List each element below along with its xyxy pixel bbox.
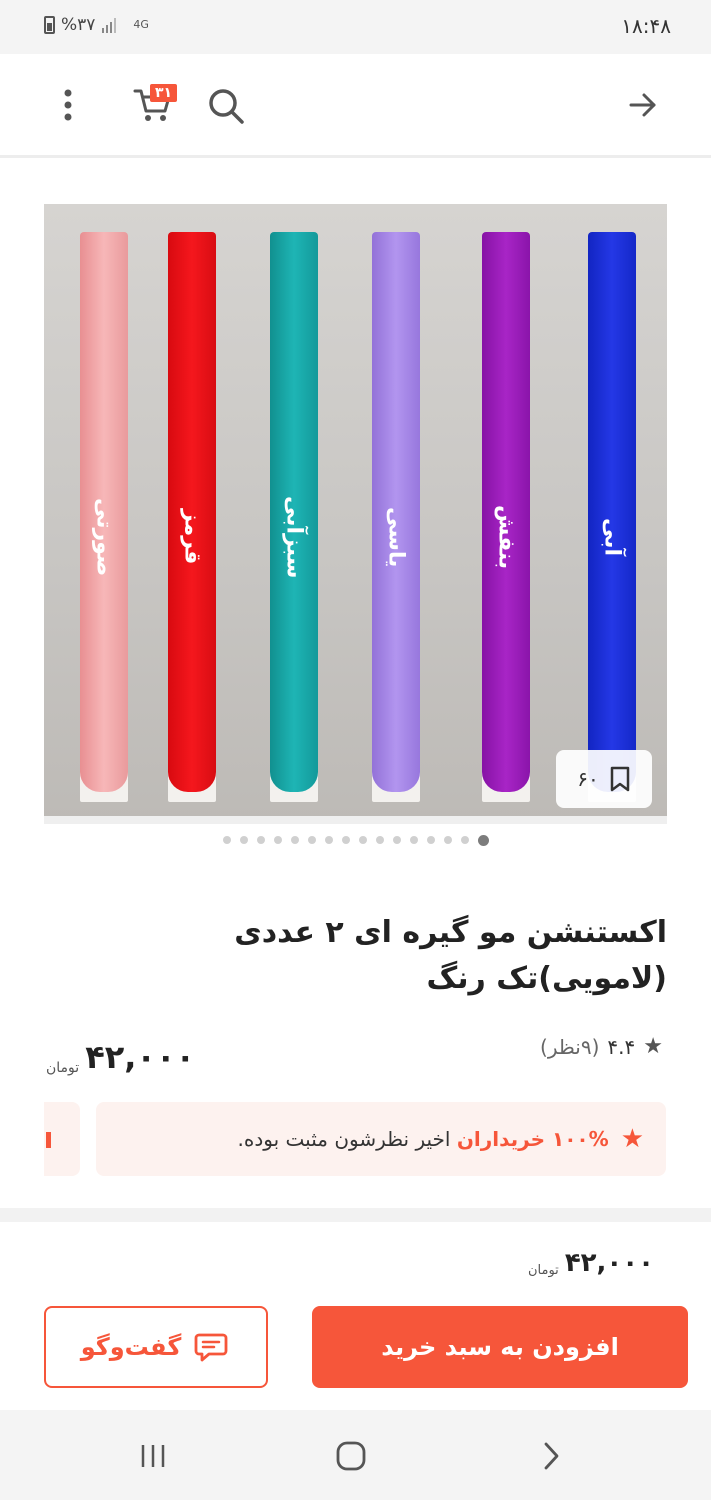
status-time: ۱۸:۴۸ (621, 14, 671, 38)
hair-strip-lilac: یاسی (366, 232, 426, 807)
pagination-dot[interactable] (290, 836, 299, 844)
product-image (44, 204, 667, 824)
star-icon: ★ (620, 1124, 644, 1154)
chat-icon (194, 1333, 228, 1362)
pagination-dot[interactable] (409, 836, 418, 844)
rating-value: ۴.۴ (607, 1034, 636, 1059)
strip-label: بنفش (493, 504, 519, 570)
hair-strip-red: قرمز (162, 232, 222, 807)
bookmark-button[interactable]: ۶۰ (556, 750, 652, 808)
promo-accent: ۱۰۰% خریداران (456, 1127, 609, 1151)
signal-icon (102, 18, 117, 33)
product-image-gallery[interactable]: صورتی قرمز سبزآبی یاسی بنفش آبی (44, 204, 667, 824)
promo-card[interactable]: ★ ۱۰۰% خریداران اخیر نظرشون مثبت بوده. (96, 1102, 666, 1176)
pagination-dot[interactable] (341, 836, 350, 844)
product-price: تومان ۴۲,۰۰۰ (46, 1038, 195, 1076)
pagination-dot[interactable] (426, 836, 435, 844)
status-left: %۳۷ 4G (44, 15, 149, 35)
app-bar: ۳۱ (0, 54, 711, 158)
price-amount: ۴۲,۰۰۰ (564, 1248, 655, 1278)
bookmark-count: ۶۰ (577, 767, 599, 791)
strip-label: یاسی (383, 506, 409, 568)
pagination-dot[interactable] (307, 836, 316, 844)
hair-strip-teal: سبزآبی (264, 232, 324, 807)
rating-count: (۹نظر) (540, 1034, 600, 1059)
pagination-dot[interactable] (392, 836, 401, 844)
recent-apps-icon (141, 1445, 165, 1467)
recent-apps-button[interactable] (128, 1436, 178, 1476)
bottom-price: تومان ۴۲,۰۰۰ (528, 1248, 654, 1278)
system-back-button[interactable] (526, 1436, 576, 1476)
chat-label: گفت‌وگو (80, 1333, 182, 1361)
pagination-dot[interactable] (358, 836, 367, 844)
currency-label: تومان (528, 1263, 559, 1278)
gallery-footer (44, 816, 667, 824)
strip-label: آبی (599, 517, 625, 557)
home-button[interactable] (326, 1436, 376, 1476)
search-button[interactable] (200, 82, 252, 130)
promo-text: اخیر نظرشون مثبت بوده. (237, 1127, 451, 1151)
pagination-dot[interactable] (239, 836, 248, 844)
strip-label: سبزآبی (281, 495, 307, 579)
strip-label: صورتی (91, 497, 117, 577)
pagination-dot[interactable] (443, 836, 452, 844)
battery-icon (44, 16, 55, 34)
pagination-dot[interactable] (324, 836, 333, 844)
arrow-right-icon (629, 93, 656, 117)
home-icon (336, 1441, 366, 1471)
hair-strip-purple: بنفش (476, 232, 536, 807)
cart-count-badge: ۳۱ (150, 84, 178, 102)
price-amount: ۴۲,۰۰۰ (85, 1038, 195, 1076)
pagination-dot[interactable] (375, 836, 384, 844)
product-rating[interactable]: ★ ۴.۴ (۹نظر) (540, 1034, 663, 1059)
network-type: 4G (133, 18, 149, 31)
pagination-dot[interactable] (222, 836, 231, 844)
pagination-dot-active[interactable] (477, 835, 489, 846)
battery-percent: %۳۷ (61, 15, 96, 35)
gallery-pagination (0, 835, 711, 846)
bookmark-icon (610, 766, 629, 792)
add-to-cart-button[interactable]: افزودن به سبد خرید (312, 1306, 688, 1388)
status-bar: %۳۷ 4G ۱۸:۴۸ (0, 0, 711, 54)
hair-strip-blue: آبی (582, 232, 642, 807)
currency-label: تومان (46, 1060, 80, 1076)
cart-button[interactable]: ۳۱ (124, 80, 182, 130)
product-title: اکستنشن مو گیره ای ۲ عددی (لامویی)تک رنگ (234, 915, 667, 996)
chat-button[interactable]: گفت‌وگو (44, 1306, 268, 1388)
more-vertical-icon (64, 89, 72, 121)
search-icon (209, 89, 244, 124)
pagination-dot[interactable] (273, 836, 282, 844)
pagination-dot[interactable] (460, 836, 469, 844)
chevron-right-icon (544, 1442, 559, 1470)
add-to-cart-label: افزودن به سبد خرید (381, 1333, 619, 1361)
promo-card-peek[interactable] (44, 1102, 80, 1176)
strip-label: قرمز (179, 509, 205, 565)
hair-strip-pink: صورتی (74, 232, 134, 807)
section-divider (0, 1208, 711, 1222)
system-nav-bar (0, 1410, 711, 1500)
more-menu-button[interactable] (48, 82, 88, 128)
back-button[interactable] (623, 82, 663, 128)
star-icon: ★ (643, 1034, 663, 1059)
pagination-dot[interactable] (256, 836, 265, 844)
